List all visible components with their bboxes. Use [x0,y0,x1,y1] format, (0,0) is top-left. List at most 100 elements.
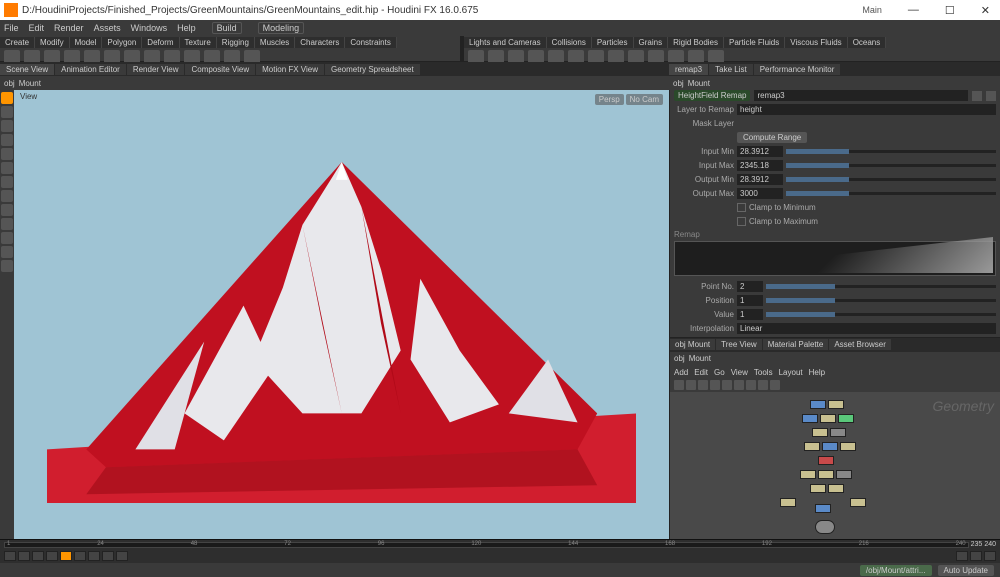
cam-tool-icon[interactable] [1,204,13,216]
snap-tool-icon[interactable] [1,162,13,174]
show-tool-icon[interactable] [1,190,13,202]
network-node[interactable] [838,414,854,423]
shelf-tab[interactable]: Texture [180,37,217,48]
network-node[interactable] [828,484,844,493]
render-tool-icon[interactable] [1,232,13,244]
viewport-camera-badge[interactable]: Persp [595,94,624,105]
network-node[interactable] [810,400,826,409]
clamp-min-checkbox[interactable] [737,203,746,212]
crumb-node[interactable]: Mount [19,79,41,88]
network-node[interactable] [836,470,852,479]
menu-file[interactable]: File [4,23,19,33]
shelf-tab[interactable]: Characters [295,37,345,48]
first-frame-icon[interactable] [4,551,16,561]
play-back-icon[interactable] [46,551,58,561]
shelf-tab[interactable]: Oceans [848,37,887,48]
net-tool-icon[interactable] [686,380,696,390]
step-forward-icon[interactable] [88,551,100,561]
realtime-toggle-icon[interactable] [956,551,968,561]
input-max-field[interactable] [737,160,783,171]
net-menu-edit[interactable]: Edit [694,368,708,377]
net-tab-assetbrowser[interactable]: Asset Browser [829,339,891,350]
position-field[interactable] [737,295,763,306]
net-menu-help[interactable]: Help [809,368,825,377]
net-tool-icon[interactable] [758,380,768,390]
tab-perfmon[interactable]: Performance Monitor [754,64,841,75]
net-crumb-obj[interactable]: obj [674,354,685,363]
shelf-tab[interactable]: Model [70,37,103,48]
value-slider[interactable] [766,313,996,316]
network-node[interactable] [818,456,834,465]
net-tab-matpalette[interactable]: Material Palette [763,339,829,350]
net-menu-view[interactable]: View [731,368,748,377]
net-tab-context[interactable]: obj Mount [670,339,715,350]
compute-range-button[interactable]: Compute Range [737,132,807,143]
network-node[interactable] [810,484,826,493]
tab-motionfx-view[interactable]: Motion FX View [256,64,324,75]
network-node[interactable] [800,470,816,479]
interp-field[interactable] [737,323,996,334]
rotate-tool-icon[interactable] [1,134,13,146]
value-field[interactable] [737,309,763,320]
net-tool-icon[interactable] [710,380,720,390]
layer-field[interactable] [737,104,996,115]
network-node[interactable] [820,414,836,423]
desktop-build[interactable]: Build [212,22,242,34]
shelf-tab[interactable]: Modify [35,37,70,48]
shelf-tab[interactable]: Rigid Bodies [668,37,724,48]
shelf-tab[interactable]: Particle Fluids [724,37,785,48]
net-menu-layout[interactable]: Layout [779,368,803,377]
menu-help[interactable]: Help [177,23,196,33]
network-node[interactable] [804,442,820,451]
help-icon[interactable] [986,91,996,101]
net-crumb-node[interactable]: Mount [689,354,711,363]
tab-geo-spreadsheet[interactable]: Geometry Spreadsheet [325,64,420,75]
input-min-field[interactable] [737,146,783,157]
crumb-obj[interactable]: obj [4,79,15,88]
flipbook-tool-icon[interactable] [1,246,13,258]
tab-render-view[interactable]: Render View [127,64,185,75]
input-max-slider[interactable] [786,164,996,167]
tab-composite-view[interactable]: Composite View [185,64,255,75]
pointno-slider[interactable] [766,285,996,288]
net-menu-tools[interactable]: Tools [754,368,773,377]
shelf-tab[interactable]: Create [0,37,35,48]
net-tab-tree[interactable]: Tree View [716,339,762,350]
tab-takelist[interactable]: Take List [709,64,753,75]
handle-tool-icon[interactable] [1,176,13,188]
net-tool-icon[interactable] [734,380,744,390]
net-tool-icon[interactable] [770,380,780,390]
net-tool-icon[interactable] [674,380,684,390]
gear-icon[interactable] [972,91,982,101]
input-min-slider[interactable] [786,150,996,153]
network-canvas[interactable]: Geometry [670,392,1000,539]
crumb-node[interactable]: Mount [688,79,710,88]
shelf-tab[interactable]: Grains [634,37,669,48]
tab-params[interactable]: remap3 [669,64,708,75]
menu-render[interactable]: Render [54,23,84,33]
menu-windows[interactable]: Windows [131,23,168,33]
network-node[interactable] [802,414,818,423]
network-node[interactable] [812,428,828,437]
net-tool-icon[interactable] [746,380,756,390]
scene-viewport[interactable]: View Persp No Cam [14,90,669,539]
net-tool-icon[interactable] [698,380,708,390]
position-slider[interactable] [766,299,996,302]
network-node[interactable] [830,428,846,437]
last-frame-icon[interactable] [116,551,128,561]
output-min-slider[interactable] [786,178,996,181]
network-node[interactable] [818,470,834,479]
desktop-modeling[interactable]: Modeling [258,22,305,34]
step-back-icon[interactable] [32,551,44,561]
network-node[interactable] [840,442,856,451]
audio-icon[interactable] [970,551,982,561]
scale-tool-icon[interactable] [1,148,13,160]
next-keyframe-icon[interactable] [102,551,114,561]
prev-keyframe-icon[interactable] [18,551,30,561]
remap-ramp[interactable] [674,241,996,276]
menu-edit[interactable]: Edit [29,23,45,33]
play-forward-icon[interactable] [74,551,86,561]
auto-update-toggle[interactable]: Auto Update [938,565,994,576]
shelf-tab[interactable]: Particles [592,37,634,48]
shelf-tab[interactable]: Deform [142,37,179,48]
